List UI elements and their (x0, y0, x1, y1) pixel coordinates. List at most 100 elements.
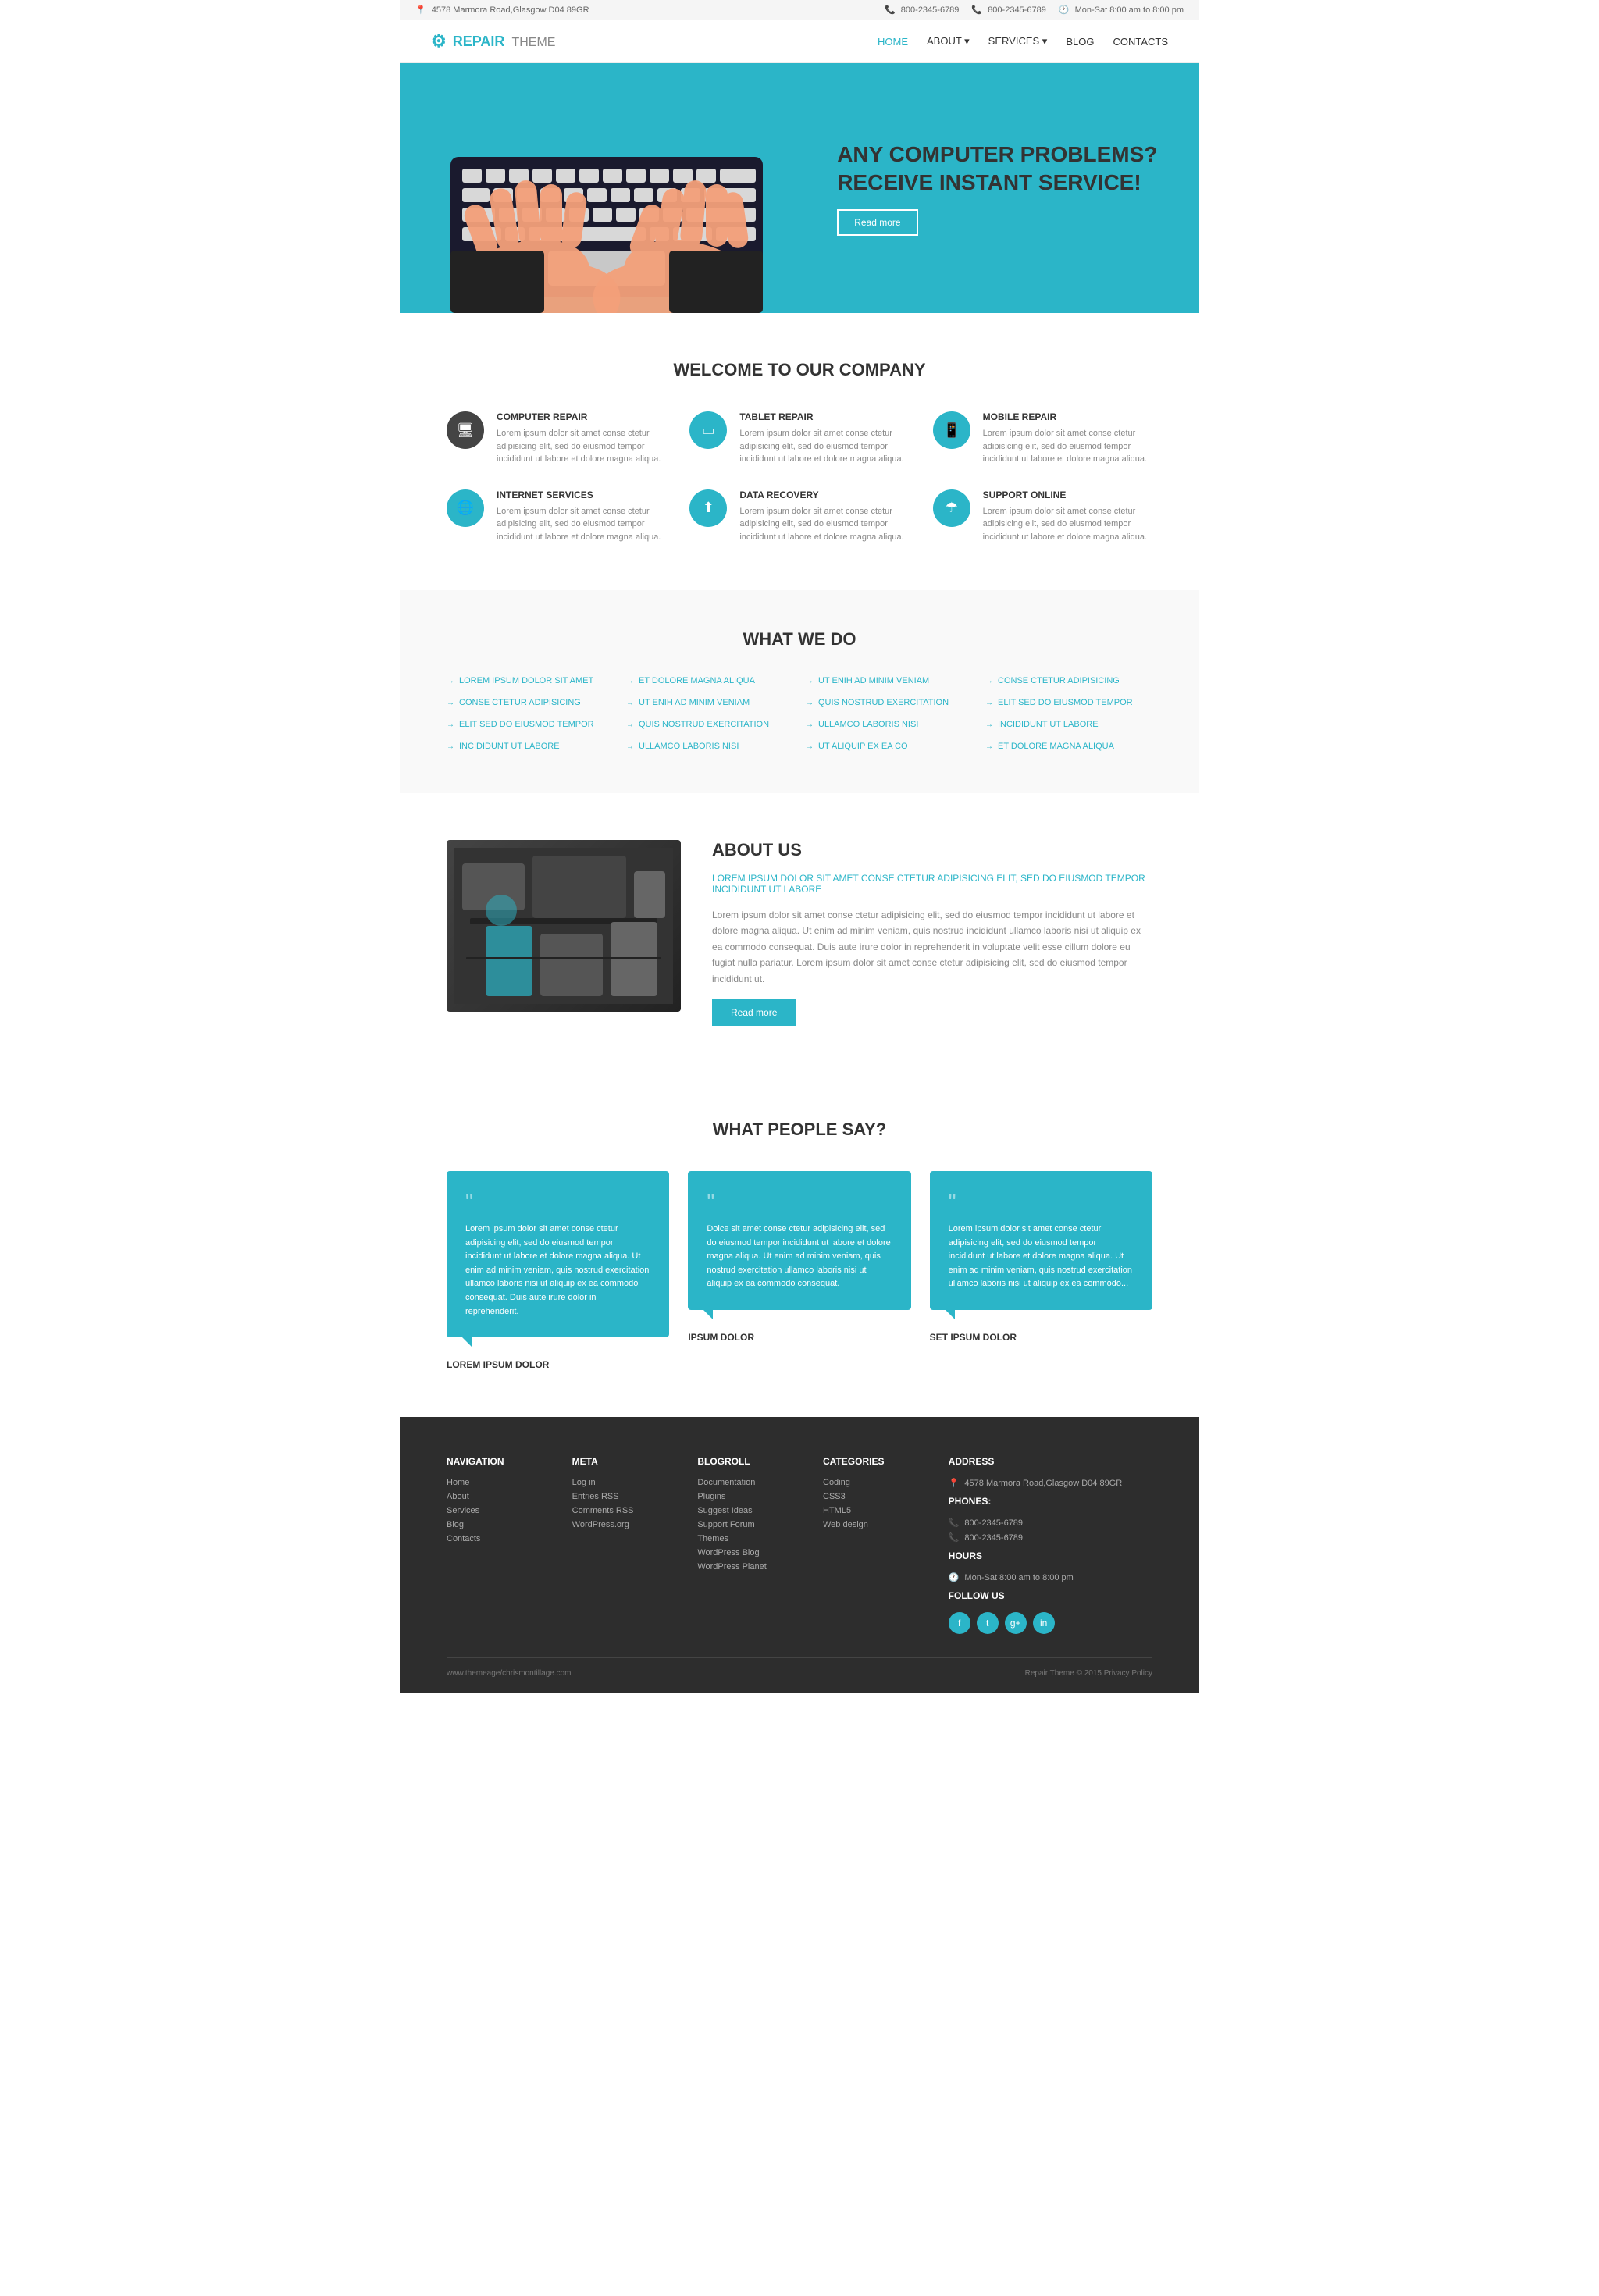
footer-cat-webdesign[interactable]: Web design (823, 1520, 925, 1529)
what-item-7: →ELIT SED DO EIUSMOD TEMPOR (985, 695, 1152, 710)
what-item-14: →UT ALIQUIP EX EA CO (806, 739, 973, 754)
footer-blogroll-themes[interactable]: Themes (697, 1534, 800, 1543)
footer-navigation-title: NAVIGATION (447, 1456, 549, 1467)
footer-nav-services[interactable]: Services (447, 1506, 549, 1515)
nav-blog[interactable]: BLOG (1066, 36, 1094, 48)
footer-meta: META Log in Entries RSS Comments RSS Wor… (572, 1456, 675, 1634)
about-image (447, 840, 681, 1012)
what-item-5: →UT ENIH AD MINIM VENIAM (626, 695, 793, 710)
what-item-12: →INCIDIDUNT UT LABORE (447, 739, 614, 754)
about-subtitle: LOREM IPSUM DOLOR SIT AMET CONSE CTETUR … (712, 873, 1152, 895)
what-item-2: →UT ENIH AD MINIM VENIAM (806, 673, 973, 689)
footer-blogroll-wpblog[interactable]: WordPress Blog (697, 1548, 800, 1557)
what-item-11: →INCIDIDUNT UT LABORE (985, 717, 1152, 732)
mobile-repair-icon: 📱 (933, 411, 970, 449)
footer-meta-entries[interactable]: Entries RSS (572, 1492, 675, 1501)
footer-address-text: 📍 4578 Marmora Road,Glasgow D04 89GR (949, 1478, 1152, 1488)
service-data-text: DATA RECOVERY Lorem ipsum dolor sit amet… (739, 489, 909, 544)
quote-icon-2: " (949, 1190, 1134, 1215)
service-mobile-repair: 📱 MOBILE REPAIR Lorem ipsum dolor sit am… (933, 411, 1152, 466)
nav-contacts[interactable]: CONTACTS (1113, 36, 1168, 48)
social-icons: f t g+ in (949, 1612, 1152, 1634)
footer-categories-title: CATEGORIES (823, 1456, 925, 1467)
welcome-title: WELCOME TO OUR COMPANY (447, 360, 1152, 380)
about-text: Lorem ipsum dolor sit amet conse ctetur … (712, 907, 1152, 987)
hours-info: 🕐 Mon-Sat 8:00 am to 8:00 pm (1059, 5, 1184, 15)
computer-repair-icon: 🖥 (447, 411, 484, 449)
footer-phone1-icon: 📞 (949, 1518, 960, 1528)
hero-read-more-button[interactable]: Read more (837, 209, 917, 236)
service-data-recovery: ⬆ DATA RECOVERY Lorem ipsum dolor sit am… (689, 489, 909, 544)
header: ⚙ REPAIR THEME HOME ABOUT ▾ SERVICES ▾ B… (400, 20, 1199, 63)
footer-hours-text: 🕐 Mon-Sat 8:00 am to 8:00 pm (949, 1572, 1152, 1582)
what-item-4: →CONSE CTETUR ADIPISICING (447, 695, 614, 710)
footer-nav-home[interactable]: Home (447, 1478, 549, 1487)
services-grid: 🖥 COMPUTER REPAIR Lorem ipsum dolor sit … (447, 411, 1152, 543)
nav-about[interactable]: ABOUT ▾ (927, 35, 970, 48)
footer-nav-contacts[interactable]: Contacts (447, 1534, 549, 1543)
service-tablet-repair: ▭ TABLET REPAIR Lorem ipsum dolor sit am… (689, 411, 909, 466)
footer-blogroll-plugins[interactable]: Plugins (697, 1492, 800, 1501)
service-computer-text: COMPUTER REPAIR Lorem ipsum dolor sit am… (497, 411, 666, 466)
footer-hours-title: HOURS (949, 1550, 1152, 1561)
what-items-grid: →LOREM IPSUM DOLOR SIT AMET →ET DOLORE M… (447, 673, 1152, 754)
what-item-9: →QUIS NOSTRUD EXERCITATION (626, 717, 793, 732)
linkedin-icon[interactable]: in (1033, 1612, 1055, 1634)
footer-nav-about[interactable]: About (447, 1492, 549, 1501)
footer: NAVIGATION Home About Services Blog Cont… (400, 1417, 1199, 1693)
service-internet: 🌐 INTERNET SERVICES Lorem ipsum dolor si… (447, 489, 666, 544)
about-section: ABOUT US LOREM IPSUM DOLOR SIT AMET CONS… (400, 793, 1199, 1073)
service-support-text: SUPPORT ONLINE Lorem ipsum dolor sit ame… (983, 489, 1152, 544)
what-item-3: →CONSE CTETUR ADIPISICING (985, 673, 1152, 689)
hero-keyboard-svg (427, 94, 786, 313)
footer-cat-coding[interactable]: Coding (823, 1478, 925, 1487)
footer-blogroll-suggest[interactable]: Suggest Ideas (697, 1506, 800, 1515)
hero-title: ANY COMPUTER PROBLEMS? RECEIVE INSTANT S… (837, 141, 1157, 198)
what-item-6: →QUIS NOSTRUD EXERCITATION (806, 695, 973, 710)
footer-url: www.themeage/chrismontillage.com (447, 1669, 572, 1678)
footer-meta-comments[interactable]: Comments RSS (572, 1506, 675, 1515)
top-bar: 📍 4578 Marmora Road,Glasgow D04 89GR 📞 8… (400, 0, 1199, 20)
footer-bottom: www.themeage/chrismontillage.com Repair … (447, 1657, 1152, 1678)
nav-home[interactable]: HOME (878, 36, 908, 48)
about-read-more-button[interactable]: Read more (712, 999, 796, 1026)
footer-cat-css3[interactable]: CSS3 (823, 1492, 925, 1501)
data-recovery-icon: ⬆ (689, 489, 727, 527)
phone2-info: 📞 800-2345-6789 (971, 5, 1045, 15)
facebook-icon[interactable]: f (949, 1612, 970, 1634)
footer-blogroll: BLOGROLL Documentation Plugins Suggest I… (697, 1456, 800, 1634)
phone1-info: 📞 800-2345-6789 (885, 5, 959, 15)
footer-cat-html5[interactable]: HTML5 (823, 1506, 925, 1515)
what-item-10: →ULLAMCO LABORIS NISI (806, 717, 973, 732)
what-item-0: →LOREM IPSUM DOLOR SIT AMET (447, 673, 614, 689)
welcome-section: WELCOME TO OUR COMPANY 🖥 COMPUTER REPAIR… (400, 313, 1199, 590)
location-icon: 📍 (415, 5, 426, 15)
quote-icon-0: " (465, 1190, 650, 1215)
quote-icon-1: " (707, 1190, 892, 1215)
footer-blogroll-wpplanet[interactable]: WordPress Planet (697, 1562, 800, 1572)
testimonials-grid: " Lorem ipsum dolor sit amet conse ctetu… (447, 1171, 1152, 1370)
footer-clock-icon: 🕐 (949, 1573, 960, 1582)
footer-blogroll-title: BLOGROLL (697, 1456, 800, 1467)
tablet-repair-icon: ▭ (689, 411, 727, 449)
what-item-1: →ET DOLORE MAGNA ALIQUA (626, 673, 793, 689)
service-computer-repair: 🖥 COMPUTER REPAIR Lorem ipsum dolor sit … (447, 411, 666, 466)
hero-content: ANY COMPUTER PROBLEMS? RECEIVE INSTANT S… (814, 63, 1199, 313)
logo-text: REPAIR THEME (453, 34, 556, 50)
nav-services[interactable]: SERVICES ▾ (988, 35, 1048, 48)
footer-grid: NAVIGATION Home About Services Blog Cont… (447, 1456, 1152, 1634)
footer-meta-wordpress[interactable]: WordPress.org (572, 1520, 675, 1529)
phone2-icon: 📞 (971, 5, 982, 15)
testimonial-name-2: SET IPSUM DOLOR (930, 1332, 1152, 1343)
testimonials-title: WHAT PEOPLE SAY? (447, 1120, 1152, 1140)
testimonial-card-0: " Lorem ipsum dolor sit amet conse ctetu… (447, 1171, 669, 1337)
testimonial-2: " Lorem ipsum dolor sit amet conse ctetu… (930, 1171, 1152, 1370)
twitter-icon[interactable]: t (977, 1612, 999, 1634)
what-item-13: →ULLAMCO LABORIS NISI (626, 739, 793, 754)
phone-icon: 📞 (885, 5, 896, 15)
footer-blogroll-docs[interactable]: Documentation (697, 1478, 800, 1487)
googleplus-icon[interactable]: g+ (1005, 1612, 1027, 1634)
footer-blogroll-support[interactable]: Support Forum (697, 1520, 800, 1529)
footer-nav-blog[interactable]: Blog (447, 1520, 549, 1529)
footer-meta-login[interactable]: Log in (572, 1478, 675, 1487)
